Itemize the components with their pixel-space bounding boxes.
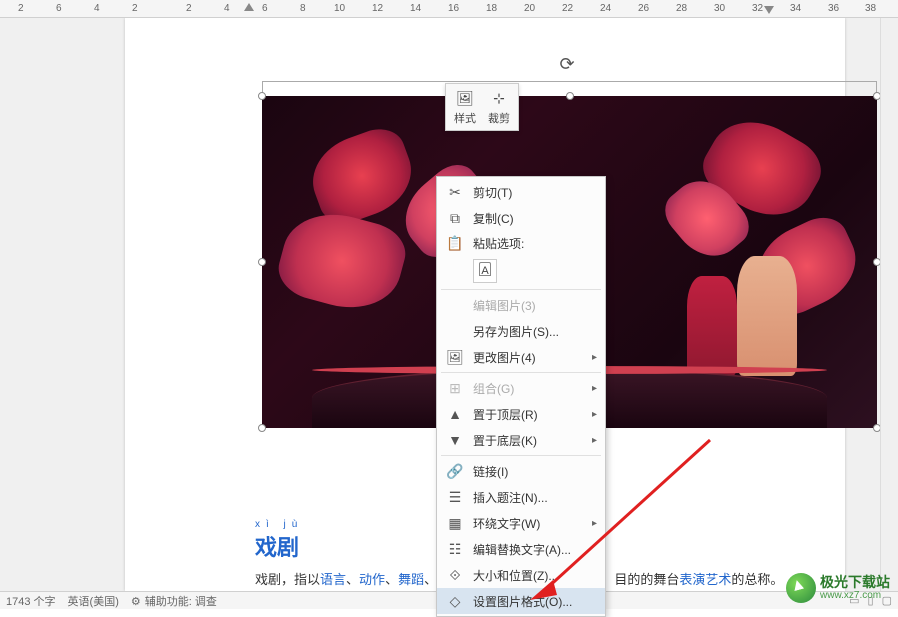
mini-style-button[interactable]: 🖼 样式 [448, 86, 482, 128]
menu-size-position[interactable]: ⟐ 大小和位置(Z)... [437, 562, 605, 588]
resize-handle-bl[interactable] [258, 424, 266, 432]
submenu-arrow-icon: ▸ [592, 352, 597, 363]
mini-crop-button[interactable]: ⊹ 裁剪 [482, 86, 516, 128]
paste-icon: 📋 [445, 233, 465, 253]
link-language[interactable]: 语言 [320, 572, 346, 587]
caption-icon: ☰ [445, 487, 465, 507]
watermark-logo-icon [786, 573, 816, 603]
horizontal-ruler: 2642 2468 10121416 18202224 26283032 343… [0, 0, 898, 18]
paste-options-row: A [437, 255, 605, 287]
menu-link[interactable]: 🔗 链接(I) [437, 458, 605, 484]
menu-insert-caption[interactable]: ☰ 插入题注(N)... [437, 484, 605, 510]
menu-cut[interactable]: ✂ 剪切(T) [437, 179, 605, 205]
bring-front-icon: ▲ [445, 404, 465, 424]
resize-handle-mr[interactable] [873, 258, 880, 266]
mini-toolbar: 🖼 样式 ⊹ 裁剪 [445, 83, 519, 131]
crop-icon: ⊹ [489, 88, 509, 108]
menu-bring-front[interactable]: ▲ 置于顶层(R) ▸ [437, 401, 605, 427]
copy-icon: ⧉ [445, 208, 465, 228]
status-language[interactable]: 英语(美国) [68, 593, 119, 609]
resize-handle-br[interactable] [873, 424, 880, 432]
paste-keep-text-button[interactable]: A [473, 259, 497, 283]
change-picture-icon: 🖼 [445, 347, 465, 367]
link-stage-art[interactable]: 表演艺术 [679, 572, 731, 587]
status-word-count[interactable]: 1743 个字 [6, 593, 56, 609]
vertical-scrollbar[interactable] [880, 18, 898, 591]
menu-group: ⊞ 组合(G) ▸ [437, 375, 605, 401]
submenu-arrow-icon: ▸ [592, 518, 597, 529]
link-dance[interactable]: 舞蹈 [398, 572, 424, 587]
mini-style-label: 样式 [454, 110, 476, 126]
status-accessibility[interactable]: ⚙辅助功能: 调查 [131, 593, 217, 609]
watermark: 极光下载站 www.xz7.com [786, 573, 890, 603]
menu-edit-alt-text[interactable]: ☷ 编辑替换文字(A)... [437, 536, 605, 562]
mini-crop-label: 裁剪 [488, 110, 510, 126]
submenu-arrow-icon: ▸ [592, 383, 597, 394]
submenu-arrow-icon: ▸ [592, 409, 597, 420]
ruler-indent-right[interactable] [764, 6, 774, 14]
format-picture-icon: ◇ [445, 591, 465, 611]
menu-wrap-text[interactable]: ▦ 环绕文字(W) ▸ [437, 510, 605, 536]
menu-change-picture[interactable]: 🖼 更改图片(4) ▸ [437, 344, 605, 370]
submenu-arrow-icon: ▸ [592, 435, 597, 446]
menu-send-back[interactable]: ▼ 置于底层(K) ▸ [437, 427, 605, 453]
menu-edit-picture: 编辑图片(3) [437, 292, 605, 318]
link-action[interactable]: 动作 [359, 572, 385, 587]
ruler-indent-left[interactable] [244, 3, 254, 11]
context-menu: ✂ 剪切(T) ⧉ 复制(C) 📋 粘贴选项: A 编辑图片(3) 另存为图片(… [436, 176, 606, 617]
group-icon: ⊞ [445, 378, 465, 398]
watermark-title: 极光下载站 [820, 575, 890, 590]
alt-text-icon: ☷ [445, 539, 465, 559]
resize-handle-ml[interactable] [258, 258, 266, 266]
menu-save-as-picture[interactable]: 另存为图片(S)... [437, 318, 605, 344]
edit-picture-icon [445, 295, 465, 315]
resize-handle-tl[interactable] [258, 92, 266, 100]
menu-paste-options-header: 📋 粘贴选项: [437, 231, 605, 255]
size-icon: ⟐ [445, 565, 465, 585]
menu-copy[interactable]: ⧉ 复制(C) [437, 205, 605, 231]
picture-style-icon: 🖼 [455, 88, 475, 108]
wrap-text-icon: ▦ [445, 513, 465, 533]
link-icon: 🔗 [445, 461, 465, 481]
watermark-url: www.xz7.com [820, 590, 890, 601]
cut-icon: ✂ [445, 182, 465, 202]
rotate-handle-icon[interactable]: ⟳ [560, 54, 580, 74]
resize-handle-tr[interactable] [873, 92, 880, 100]
resize-handle-tm[interactable] [566, 92, 574, 100]
menu-format-picture[interactable]: ◇ 设置图片格式(O)... [437, 588, 605, 614]
save-icon [445, 321, 465, 341]
send-back-icon: ▼ [445, 430, 465, 450]
